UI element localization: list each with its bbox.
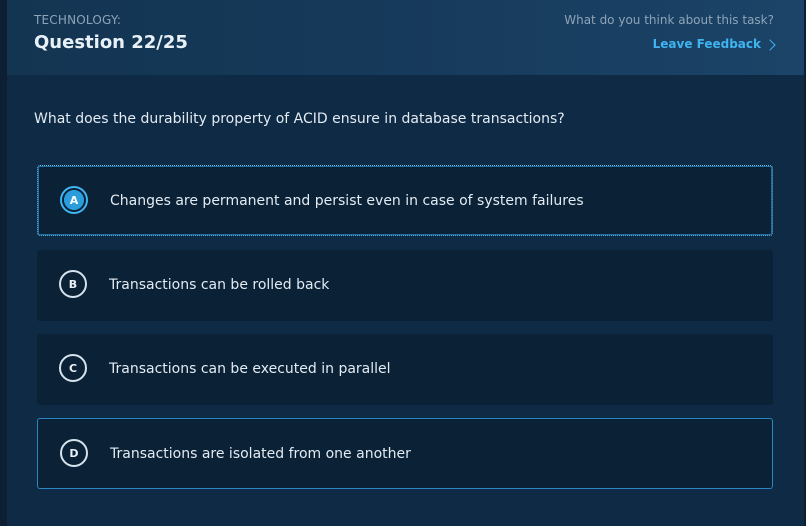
category-label: TECHNOLOGY: bbox=[34, 13, 122, 27]
question-counter: Question 22/25 bbox=[34, 32, 188, 53]
answer-option-d[interactable]: D Transactions are isolated from one ano… bbox=[37, 418, 773, 489]
quiz-panel: TECHNOLOGY: Question 22/25 What do you t… bbox=[7, 0, 804, 526]
option-letter-badge: B bbox=[59, 270, 87, 298]
option-letter-badge: D bbox=[60, 439, 88, 467]
answer-option-b[interactable]: B Transactions can be rolled back bbox=[37, 250, 773, 321]
option-text: Changes are permanent and persist even i… bbox=[110, 193, 584, 209]
chevron-right-icon bbox=[764, 38, 776, 51]
question-text: What does the durability property of ACI… bbox=[34, 111, 565, 127]
option-letter-badge: C bbox=[59, 354, 87, 382]
leave-feedback-label: Leave Feedback bbox=[652, 37, 761, 51]
option-letter-badge: A bbox=[60, 186, 88, 214]
feedback-prompt: What do you think about this task? bbox=[564, 13, 774, 27]
quiz-header: TECHNOLOGY: Question 22/25 What do you t… bbox=[7, 0, 804, 75]
option-text: Transactions can be executed in parallel bbox=[109, 361, 391, 377]
answer-option-c[interactable]: C Transactions can be executed in parall… bbox=[37, 334, 773, 405]
option-text: Transactions are isolated from one anoth… bbox=[110, 446, 411, 462]
answer-option-a[interactable]: A Changes are permanent and persist even… bbox=[37, 165, 773, 236]
leave-feedback-link[interactable]: Leave Feedback bbox=[652, 37, 776, 51]
option-text: Transactions can be rolled back bbox=[109, 277, 330, 293]
